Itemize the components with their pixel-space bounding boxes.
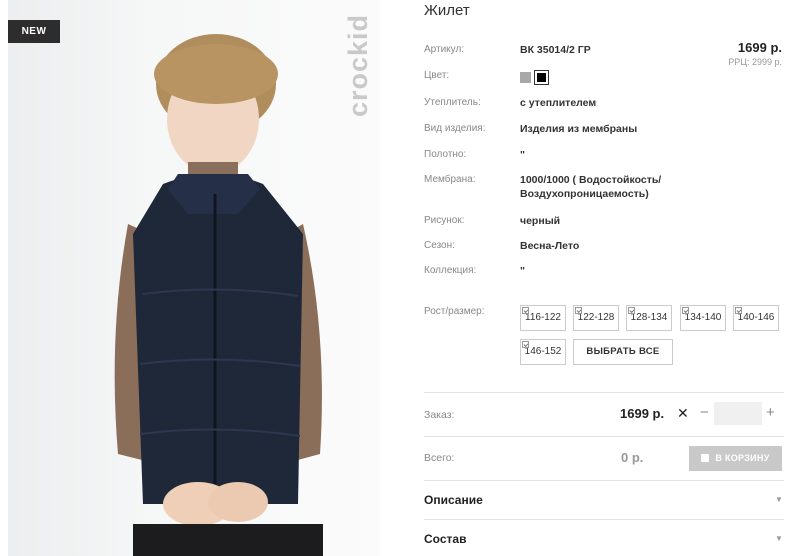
size-option-140-146[interactable]: 140-146 (733, 305, 779, 331)
product-info-panel: Жилет 1699 р. РРЦ: 2999 р. Артикул: ВК 3… (422, 0, 792, 556)
attr-value-season: Весна-Лето (520, 240, 580, 252)
divider (424, 519, 784, 520)
attr-value-article: ВК 35014/2 ГР (520, 44, 591, 56)
attr-label-season: Сезон: (424, 240, 455, 251)
chevron-down-icon[interactable]: ▼ (775, 534, 783, 543)
attr-label-insulation: Утеплитель: (424, 97, 481, 108)
times-icon: ✕ (677, 405, 689, 421)
quantity-increase-button[interactable]: + (766, 404, 775, 421)
quantity-decrease-button[interactable]: − (700, 404, 709, 421)
total-value: 0 р. (621, 450, 644, 465)
shopping-bag-icon (701, 454, 710, 462)
size-option-label: 116-122 (525, 312, 561, 323)
size-option-116-122[interactable]: 116-122 (520, 305, 566, 331)
checkbox-icon (575, 307, 582, 314)
attr-value-item-type: Изделия из мембраны (520, 123, 638, 135)
new-badge: NEW (8, 20, 60, 43)
attr-value-insulation: с утеплителем (520, 97, 597, 109)
attr-label-article: Артикул: (424, 44, 465, 55)
attr-value-collection: " (520, 265, 525, 277)
add-to-cart-label: В КОРЗИНУ (715, 453, 770, 463)
attr-label-membrane: Мембрана: (424, 174, 476, 185)
size-option-label: 146-152 (524, 346, 562, 357)
size-option-122-128[interactable]: 122-128 (573, 305, 619, 331)
product-model-image (114, 34, 323, 556)
accordion-composition[interactable]: Состав (424, 532, 466, 546)
divider (424, 392, 784, 393)
attr-label-collection: Коллекция: (424, 265, 477, 276)
product-photo: NEW crockid (8, 0, 380, 556)
quantity-input[interactable] (714, 402, 762, 425)
accordion-description[interactable]: Описание (424, 493, 483, 507)
order-label: Заказ: (424, 409, 455, 421)
checkbox-icon (522, 341, 529, 348)
color-swatch-gray[interactable] (520, 72, 531, 83)
divider (424, 480, 784, 481)
total-label: Всего: (424, 452, 455, 464)
product-title: Жилет (424, 2, 470, 19)
divider (424, 436, 784, 437)
checkbox-icon (735, 307, 742, 314)
attr-value-membrane-line1: 1000/1000 ( Водостойкость/ (520, 174, 662, 186)
checkbox-icon (682, 307, 689, 314)
checkbox-icon (628, 307, 635, 314)
chevron-down-icon[interactable]: ▼ (775, 495, 783, 504)
recommended-retail-price: РРЦ: 2999 р. (728, 57, 782, 67)
size-option-label: 134-140 (684, 312, 722, 323)
size-option-label: 128-134 (630, 312, 668, 323)
product-price: 1699 р. (737, 40, 782, 55)
select-all-sizes-button[interactable]: ВЫБРАТЬ ВСЕ (573, 339, 673, 365)
size-option-label: 122-128 (577, 312, 615, 323)
attr-label-pattern: Рисунок: (424, 215, 465, 226)
size-option-134-140[interactable]: 134-140 (680, 305, 726, 331)
size-option-128-134[interactable]: 128-134 (626, 305, 672, 331)
add-to-cart-button[interactable]: В КОРЗИНУ (689, 446, 782, 471)
attr-value-fabric: " (520, 149, 525, 161)
attr-label-color: Цвет: (424, 70, 450, 81)
attr-value-membrane-line2: Воздухопроницаемость) (520, 188, 649, 200)
attr-label-item-type: Вид изделия: (424, 123, 486, 134)
attr-value-pattern: черный (520, 215, 561, 227)
order-price: 1699 р. (620, 406, 665, 421)
size-option-146-152[interactable]: 146-152 (520, 339, 566, 365)
size-label: Рост/размер: (424, 306, 485, 317)
checkbox-icon (522, 307, 529, 314)
attr-label-fabric: Полотно: (424, 149, 467, 160)
color-swatch-black[interactable] (534, 70, 549, 85)
size-option-label: 140-146 (737, 312, 775, 323)
